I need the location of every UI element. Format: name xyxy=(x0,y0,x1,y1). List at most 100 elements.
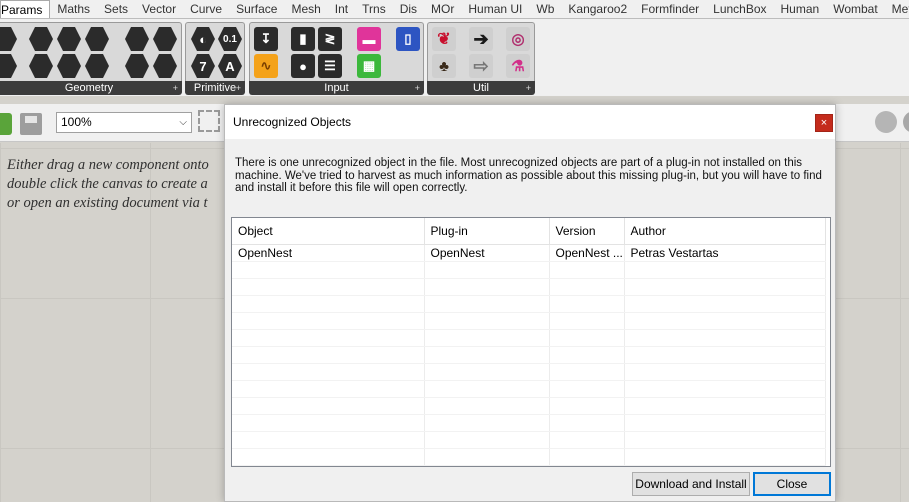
dialog-message: There is one unrecognized object in the … xyxy=(235,157,822,194)
tab-vector[interactable]: Vector xyxy=(135,0,183,18)
integer-icon[interactable]: 7 xyxy=(191,54,215,78)
group-body xyxy=(0,22,182,81)
number-icon[interactable]: 0.1 xyxy=(218,27,242,51)
point-icon[interactable] xyxy=(57,54,81,78)
circle-icon[interactable] xyxy=(29,27,53,51)
open-file-icon[interactable] xyxy=(0,113,12,135)
jump-icon[interactable]: ⇨ xyxy=(469,54,493,78)
group-label-text: Primitive xyxy=(193,82,237,94)
tab-trns[interactable]: Trns xyxy=(355,0,393,18)
table-row[interactable]: OpenNest OpenNest OpenNest ... Petras Ve… xyxy=(232,244,826,262)
empty-row xyxy=(232,295,826,313)
tab-mor[interactable]: MOr xyxy=(424,0,461,18)
column-header-plugin[interactable]: Plug-in xyxy=(424,218,550,245)
tab-human[interactable]: Human xyxy=(774,0,827,18)
cell-object: OpenNest xyxy=(232,244,425,262)
zoom-extents-icon[interactable] xyxy=(198,110,220,132)
column-header-author[interactable]: Author xyxy=(624,218,826,245)
chevron-down-icon[interactable]: ⌵ xyxy=(179,113,187,132)
import-icon[interactable]: ↧ xyxy=(254,27,278,51)
column-header-object[interactable]: Object xyxy=(232,218,425,245)
toggle-icon[interactable]: ▮ xyxy=(291,27,315,51)
zoom-dropdown[interactable]: 100% ⌵ xyxy=(56,112,192,133)
ribbon-group-input: ↧ ∿ ▮ ≷ ● ☰ ▬ ▦ ▯ Input + xyxy=(249,22,424,96)
hint-line: double click the canvas to create a xyxy=(7,176,208,192)
group-label[interactable]: Input + xyxy=(249,81,424,95)
mesh-icon[interactable] xyxy=(153,27,177,51)
field-icon[interactable] xyxy=(153,54,177,78)
vector-icon[interactable] xyxy=(0,54,17,78)
brep-icon[interactable] xyxy=(125,27,149,51)
group-label[interactable]: Primitive + xyxy=(185,81,245,95)
line-icon[interactable] xyxy=(29,54,53,78)
tab-int[interactable]: Int xyxy=(328,0,355,18)
hint-line: or open an existing document via t xyxy=(7,195,208,211)
cell-author: Petras Vestartas xyxy=(624,244,826,262)
graph-mapper-icon[interactable]: ∿ xyxy=(254,54,278,78)
ribbon-group-primitive: ◐ 0.1 7 A Primitive + xyxy=(185,22,245,96)
group-body: ◐ 0.1 7 A xyxy=(185,22,245,81)
table-header-row: Object Plug-in Version Author xyxy=(232,218,826,245)
ribbon-tab-strip: Params Maths Sets Vector Curve Surface M… xyxy=(0,0,909,19)
save-file-icon[interactable] xyxy=(20,113,42,135)
tab-maths[interactable]: Maths xyxy=(50,0,97,18)
slider-icon[interactable]: ≷ xyxy=(318,27,342,51)
gradient-icon[interactable]: ▬ xyxy=(357,27,381,51)
dialog-titlebar[interactable]: Unrecognized Objects × xyxy=(225,105,835,139)
objects-table[interactable]: Object Plug-in Version Author OpenNest O… xyxy=(231,217,831,467)
galapagos-icon[interactable]: ◎ xyxy=(506,27,530,51)
tab-dis[interactable]: Dis xyxy=(393,0,424,18)
expand-icon[interactable]: + xyxy=(236,81,241,95)
tab-params[interactable]: Params xyxy=(0,0,51,18)
download-and-install-button[interactable]: Download and Install xyxy=(632,472,750,496)
cell-version: OpenNest ... xyxy=(549,244,625,262)
text-icon[interactable]: A xyxy=(218,54,242,78)
expand-icon[interactable]: + xyxy=(526,81,531,95)
empty-row xyxy=(232,397,826,415)
group-label-text: Geometry xyxy=(64,82,114,94)
box-icon[interactable] xyxy=(125,54,149,78)
boolean-icon[interactable]: ◐ xyxy=(191,27,215,51)
value-list-icon[interactable]: ☰ xyxy=(318,54,342,78)
group-label-text: Util xyxy=(473,82,489,94)
expand-icon[interactable]: + xyxy=(173,81,178,95)
hint-line: Either drag a new component onto xyxy=(7,157,209,173)
relay-icon[interactable]: ➔ xyxy=(469,27,493,51)
zoom-value: 100% xyxy=(61,115,92,129)
tab-wb[interactable]: Wb xyxy=(529,0,561,18)
tab-surface[interactable]: Surface xyxy=(229,0,284,18)
plane-icon[interactable] xyxy=(85,54,109,78)
group-body: ↧ ∿ ▮ ≷ ● ☰ ▬ ▦ ▯ xyxy=(249,22,424,81)
tab-meta[interactable]: Meta xyxy=(885,0,909,18)
tab-mesh[interactable]: Mesh xyxy=(284,0,327,18)
geometry-icon[interactable] xyxy=(0,27,17,51)
curve-icon[interactable] xyxy=(57,27,81,51)
expand-icon[interactable]: + xyxy=(415,81,420,95)
flask-icon[interactable]: ⚗ xyxy=(506,54,530,78)
group-label[interactable]: Util + xyxy=(427,81,535,95)
button-icon[interactable]: ● xyxy=(291,54,315,78)
ribbon-group-util: ❦ ♣ ➔ ⇨ ◎ ⚗ Util + xyxy=(427,22,535,96)
close-icon[interactable]: × xyxy=(815,114,833,132)
ribbon-group-geometry: Geometry + xyxy=(0,22,182,96)
tab-kangaroo2[interactable]: Kangaroo2 xyxy=(561,0,634,18)
empty-row xyxy=(232,329,826,347)
empty-row xyxy=(232,312,826,330)
panel-icon[interactable]: ▯ xyxy=(396,27,420,51)
column-header-version[interactable]: Version xyxy=(549,218,625,245)
tab-sets[interactable]: Sets xyxy=(97,0,135,18)
tab-wombat[interactable]: Wombat xyxy=(826,0,884,18)
close-button[interactable]: Close xyxy=(753,472,831,496)
tab-curve[interactable]: Curve xyxy=(183,0,229,18)
group-label[interactable]: Geometry + xyxy=(0,81,182,95)
cherry-picker-icon[interactable]: ❦ xyxy=(432,27,456,51)
surface-icon[interactable] xyxy=(85,27,109,51)
tab-formfinder[interactable]: Formfinder xyxy=(634,0,706,18)
preview-icon[interactable] xyxy=(875,111,897,133)
empty-row xyxy=(232,363,826,381)
tab-human-ui[interactable]: Human UI xyxy=(461,0,529,18)
colour-swatch-icon[interactable]: ▦ xyxy=(357,54,381,78)
data-dam-icon[interactable]: ♣ xyxy=(432,54,456,78)
tab-lunchbox[interactable]: LunchBox xyxy=(706,0,773,18)
empty-row xyxy=(232,346,826,364)
